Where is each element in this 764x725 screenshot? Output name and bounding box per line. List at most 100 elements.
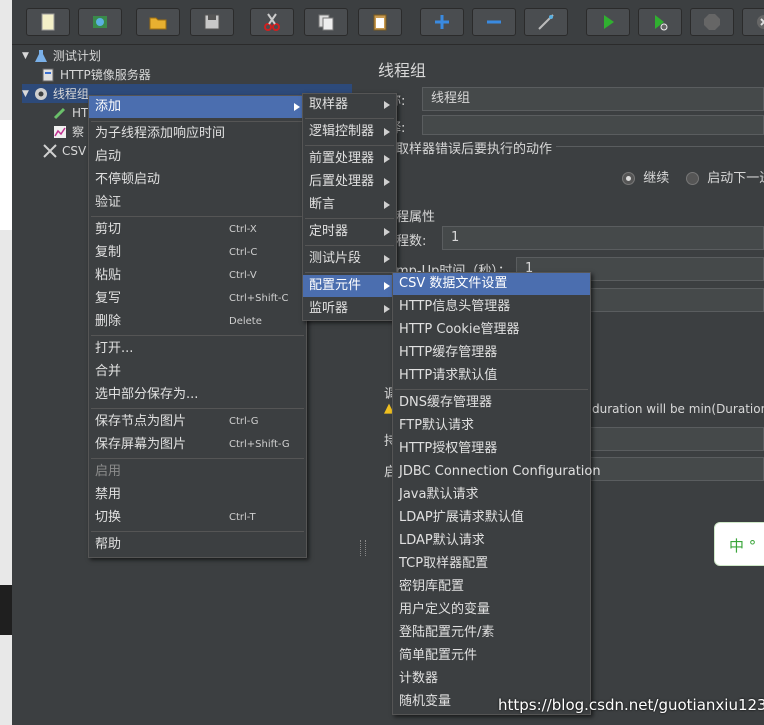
- config-item-java-request-defaults[interactable]: Java默认请求: [393, 484, 590, 506]
- thread-properties-section: 程属性: [396, 210, 436, 225]
- config-item-counter[interactable]: 计数器: [393, 668, 590, 690]
- submenu-item-config-element[interactable]: 配置元件: [303, 275, 396, 297]
- menu-item-open[interactable]: 打开...: [89, 338, 306, 360]
- play-no-pause-icon: [655, 15, 668, 31]
- save-button[interactable]: [190, 8, 234, 36]
- collapse-button[interactable]: [472, 8, 516, 36]
- shutdown-button[interactable]: [742, 8, 764, 36]
- config-item-dns-cache-manager[interactable]: DNS缓存管理器: [393, 392, 590, 414]
- tree-item-http-request[interactable]: HT: [52, 103, 88, 122]
- save-icon: [204, 14, 220, 30]
- menu-item-copy[interactable]: 复制 Ctrl-C: [89, 242, 306, 264]
- submenu-item-sampler[interactable]: 取样器: [303, 94, 396, 116]
- config-item-user-defined-variables[interactable]: 用户定义的变量: [393, 599, 590, 621]
- menu-item-save-screen-image[interactable]: 保存屏幕为图片 Ctrl+Shift-G: [89, 434, 306, 456]
- tree-item-http-mirror[interactable]: HTTP镜像服务器: [40, 65, 151, 84]
- menu-item-validate[interactable]: 验证: [89, 192, 306, 214]
- comment-input[interactable]: [422, 115, 764, 135]
- folder-icon: [149, 17, 167, 30]
- menu-item-delete[interactable]: 删除 Delete: [89, 311, 306, 333]
- menu-item-start[interactable]: 启动: [89, 146, 306, 168]
- threads-input[interactable]: 1: [442, 226, 764, 250]
- config-item-ftp-request-defaults[interactable]: FTP默认请求: [393, 415, 590, 437]
- config-item-simple-config[interactable]: 简单配置元件: [393, 645, 590, 667]
- duration-input[interactable]: [590, 427, 764, 451]
- menu-item-help[interactable]: 帮助: [89, 534, 306, 556]
- submenu-item-listener[interactable]: 监听器: [303, 298, 396, 320]
- duration-warning: duration will be min(Duration, I: [592, 402, 764, 416]
- context-menu: 添加 为子线程添加响应时间 启动 不停顿启动 验证 剪切 Ctrl-X 复制 Ctr…: [88, 95, 307, 558]
- open-button[interactable]: [136, 8, 180, 36]
- play-icon: [604, 15, 614, 29]
- menu-item-start-no-pause[interactable]: 不停顿启动: [89, 169, 306, 191]
- expand-button[interactable]: [420, 8, 464, 36]
- submenu-item-pre-processor[interactable]: 前置处理器: [303, 148, 396, 170]
- menu-item-add-think-times[interactable]: 为子线程添加响应时间: [89, 123, 306, 145]
- config-item-jdbc-connection[interactable]: JDBC Connection Configuration: [393, 461, 601, 483]
- section-divider: [556, 146, 764, 147]
- submenu-item-assertion[interactable]: 断言: [303, 194, 396, 216]
- startup-delay-input[interactable]: [590, 457, 764, 481]
- toolbar: [12, 0, 764, 45]
- cut-button[interactable]: [250, 8, 294, 36]
- pipette-icon: [52, 105, 68, 121]
- config-item-login-config[interactable]: 登陆配置元件/素: [393, 622, 590, 644]
- new-file-icon: [41, 13, 55, 31]
- menu-item-merge[interactable]: 合并: [89, 361, 306, 383]
- templates-button[interactable]: [78, 8, 122, 36]
- tree-item-test-plan[interactable]: ▼ 测试计划: [22, 46, 101, 65]
- tree-item-listener[interactable]: 察: [52, 122, 84, 141]
- templates-icon: [93, 16, 107, 28]
- config-item-http-cache-manager[interactable]: HTTP缓存管理器: [393, 342, 590, 364]
- expand-toggle-icon[interactable]: ▼: [22, 51, 29, 61]
- submenu-item-logic-controller[interactable]: 逻辑控制器: [303, 121, 396, 143]
- expand-toggle-icon[interactable]: ▼: [22, 89, 29, 99]
- menu-item-duplicate[interactable]: 复写 Ctrl+Shift-C: [89, 288, 306, 310]
- config-element-submenu: CSV 数据文件设置 HTTP信息头管理器 HTTP Cookie管理器 HTT…: [392, 272, 601, 715]
- menu-item-add[interactable]: 添加: [89, 96, 306, 118]
- menu-item-toggle[interactable]: 切换 Ctrl-T: [89, 507, 306, 529]
- config-item-http-cookie-manager[interactable]: HTTP Cookie管理器: [393, 319, 590, 341]
- config-item-http-authorization-manager[interactable]: HTTP授权管理器: [393, 438, 590, 460]
- radio-continue[interactable]: 继续: [622, 167, 669, 186]
- menu-item-save-selection-as[interactable]: 选中部分保存为...: [89, 384, 306, 406]
- graph-icon: [52, 124, 68, 140]
- menu-item-paste[interactable]: 粘贴 Ctrl-V: [89, 265, 306, 287]
- config-item-keystore-config[interactable]: 密钥库配置: [393, 576, 590, 598]
- config-item-ldap-extended-defaults[interactable]: LDAP扩展请求默认值: [393, 507, 590, 529]
- new-button[interactable]: [26, 8, 70, 36]
- tools-icon: [42, 143, 58, 159]
- left-window-edge: [0, 0, 12, 725]
- name-input[interactable]: 线程组: [422, 87, 764, 111]
- wand-icon: [538, 14, 554, 30]
- radio-continue-icon: [622, 172, 635, 185]
- menu-item-save-node-image[interactable]: 保存节点为图片 Ctrl-G: [89, 411, 306, 433]
- config-item-csv-data-set[interactable]: CSV 数据文件设置: [393, 273, 590, 295]
- copy-button[interactable]: [304, 8, 348, 36]
- menu-item-cut[interactable]: 剪切 Ctrl-X: [89, 219, 306, 241]
- loop-input[interactable]: [590, 288, 764, 312]
- gear-icon: [33, 86, 49, 102]
- threads-label: 程数:: [396, 234, 427, 249]
- toggle-button[interactable]: [524, 8, 568, 36]
- paste-button[interactable]: [358, 8, 402, 36]
- config-item-ldap-request-defaults[interactable]: LDAP默认请求: [393, 530, 590, 552]
- config-item-http-request-defaults[interactable]: HTTP请求默认值: [393, 365, 590, 387]
- start-no-pause-button[interactable]: [638, 8, 682, 36]
- shutdown-icon: [757, 15, 764, 29]
- tree-item-csv[interactable]: CSV: [42, 141, 86, 160]
- radio-start-next[interactable]: 启动下一进: [686, 167, 764, 186]
- menu-item-disable[interactable]: 禁用: [89, 484, 306, 506]
- flask-icon: [33, 48, 49, 64]
- add-submenu: 取样器 逻辑控制器 前置处理器 后置处理器 断言 定时器 测试片段 配置元件 监…: [302, 93, 397, 321]
- config-item-http-header-manager[interactable]: HTTP信息头管理器: [393, 296, 590, 318]
- submenu-item-timer[interactable]: 定时器: [303, 221, 396, 243]
- start-button[interactable]: [586, 8, 630, 36]
- submenu-item-post-processor[interactable]: 后置处理器: [303, 171, 396, 193]
- panel-title: 线程组: [378, 61, 427, 80]
- stop-icon: [704, 14, 720, 30]
- stop-button[interactable]: [690, 8, 734, 36]
- config-item-tcp-sampler-config[interactable]: TCP取样器配置: [393, 553, 590, 575]
- submenu-item-test-fragment[interactable]: 测试片段: [303, 248, 396, 270]
- ime-indicator[interactable]: 中 °: [714, 522, 764, 566]
